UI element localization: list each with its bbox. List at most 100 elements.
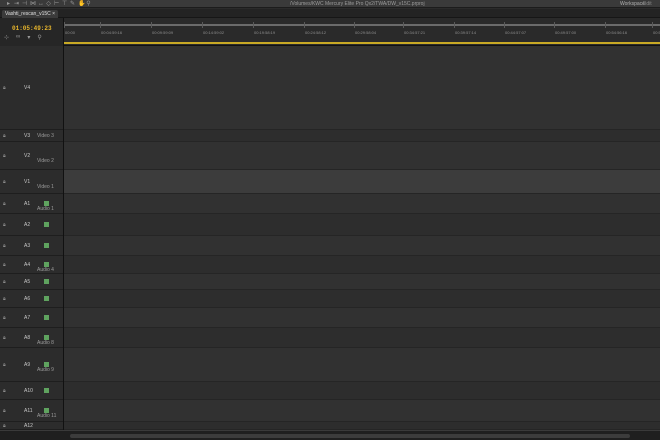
ripple-edit-tool-icon[interactable]: ⊣	[22, 1, 27, 7]
mute-toggle[interactable]	[44, 222, 49, 227]
track-lane-a1[interactable]	[64, 194, 660, 214]
playhead-timecode[interactable]: 01:05:49:23	[12, 25, 52, 32]
track-lane-v2[interactable]	[64, 142, 660, 170]
ruler-tick	[454, 22, 455, 28]
lock-icon[interactable]: 🔒︎	[3, 133, 6, 139]
close-icon[interactable]: ×	[52, 11, 55, 17]
lock-icon[interactable]: 🔒︎	[3, 423, 6, 429]
pen-tool-icon[interactable]: ✎	[70, 1, 75, 7]
track-header-a1[interactable]: 🔒︎ A1 Audio 1	[0, 194, 63, 214]
mute-toggle[interactable]	[44, 279, 49, 284]
track-lane-a4[interactable]	[64, 256, 660, 274]
track-id: A2	[24, 222, 31, 228]
track-header-a5[interactable]: 🔒︎ A5	[0, 274, 63, 290]
track-header-a9[interactable]: 🔒︎ A9 Audio 9	[0, 348, 63, 382]
tools-panel: ▸ ⇥ ⊣ ⋈ ↔ ◇ ⊢ ⊤ ✎ ✋ ⚲	[0, 0, 91, 8]
lock-icon[interactable]: 🔒︎	[3, 243, 6, 249]
track-header-a7[interactable]: 🔒︎ A7	[0, 308, 63, 328]
settings-icon[interactable]: ⚲	[37, 34, 41, 41]
mute-toggle[interactable]	[44, 388, 49, 393]
track-lane-a11[interactable]	[64, 400, 660, 422]
track-header-a10[interactable]: 🔒︎ A10	[0, 382, 63, 400]
snap-icon[interactable]: ⊹	[4, 34, 9, 41]
ruler-tick	[554, 22, 555, 28]
mute-toggle[interactable]	[44, 362, 49, 367]
ruler-label: 00:34:57:21	[404, 30, 426, 35]
track-lane-v3[interactable]	[64, 130, 660, 142]
track-header-a2[interactable]: 🔒︎ A2	[0, 214, 63, 236]
track-id: V4	[24, 85, 31, 91]
zoom-scroll-bar[interactable]	[64, 42, 660, 44]
lock-icon[interactable]: 🔒︎	[3, 85, 6, 91]
lock-icon[interactable]: 🔒︎	[3, 222, 6, 228]
work-area-bar[interactable]	[64, 24, 660, 26]
track-header-a11[interactable]: 🔒︎ A11 Audio 11	[0, 400, 63, 422]
razor-tool-icon[interactable]: ◇	[46, 1, 51, 7]
mute-toggle[interactable]	[44, 201, 49, 206]
selection-tool-icon[interactable]: ▸	[6, 1, 11, 7]
tab-sequence[interactable]: Vashti_rescan_v15C ×	[2, 10, 59, 18]
lock-icon[interactable]: 🔒︎	[3, 179, 6, 185]
mute-toggle[interactable]	[44, 296, 49, 301]
hand-tool-icon[interactable]: ✋	[78, 1, 85, 7]
track-lane-v4[interactable]	[64, 46, 660, 130]
mute-toggle[interactable]	[44, 408, 49, 413]
ruler-tick	[151, 22, 152, 28]
track-id: A5	[24, 279, 31, 285]
track-name: Video 2	[37, 158, 54, 164]
mute-toggle[interactable]	[44, 262, 49, 267]
rolling-edit-tool-icon[interactable]: ⋈	[30, 1, 36, 7]
track-header-a6[interactable]: 🔒︎ A6	[0, 290, 63, 308]
track-select-tool-icon[interactable]: ⇥	[14, 1, 19, 7]
slip-tool-icon[interactable]: ⊢	[54, 1, 59, 7]
zoom-tool-icon[interactable]: ⚲	[86, 1, 91, 7]
track-lane-a12[interactable]	[64, 422, 660, 430]
track-header-a12[interactable]: 🔒︎ A12	[0, 422, 63, 430]
track-header-a8[interactable]: 🔒︎ A8 Audio 8	[0, 328, 63, 348]
track-name: Video 1	[37, 184, 54, 190]
ruler-tick	[403, 22, 404, 28]
mute-toggle[interactable]	[44, 335, 49, 340]
link-icon[interactable]: ∞	[16, 34, 20, 41]
lock-icon[interactable]: 🔒︎	[3, 335, 6, 341]
track-lane-a6[interactable]	[64, 290, 660, 308]
mute-toggle[interactable]	[44, 243, 49, 248]
track-lane-a5[interactable]	[64, 274, 660, 290]
lock-icon[interactable]: 🔒︎	[3, 362, 6, 368]
lock-icon[interactable]: 🔒︎	[3, 408, 6, 414]
lock-icon[interactable]: 🔒︎	[3, 153, 6, 159]
timeline-tracks[interactable]: DanceDanceDanceFrameFrameFrameWitness FS…	[64, 46, 660, 430]
track-lane-a2[interactable]	[64, 214, 660, 236]
lock-icon[interactable]: 🔒︎	[3, 201, 6, 207]
marker-icon[interactable]: ▾	[27, 34, 30, 41]
track-id: A10	[24, 388, 33, 394]
track-header-v1[interactable]: 🔒︎ V1 Video 1	[0, 170, 63, 194]
horizontal-scrollbar[interactable]	[70, 434, 630, 438]
track-header-a4[interactable]: 🔒︎ A4 Audio 4	[0, 256, 63, 274]
lock-icon[interactable]: 🔒︎	[3, 262, 6, 268]
ruler-label: 00:49:57:00	[555, 30, 577, 35]
track-lane-a7[interactable]	[64, 308, 660, 328]
track-lane-a3[interactable]	[64, 236, 660, 256]
sequence-tab-bar: Vashti_rescan_v15C ×	[0, 9, 660, 18]
track-header-v2[interactable]: 🔒︎ V2 Video 2	[0, 142, 63, 170]
lock-icon[interactable]: 🔒︎	[3, 296, 6, 302]
lock-icon[interactable]: 🔒︎	[3, 315, 6, 321]
track-id: A1	[24, 201, 31, 207]
track-header-a3[interactable]: 🔒︎ A3	[0, 236, 63, 256]
track-lane-a9[interactable]	[64, 348, 660, 382]
time-ruler[interactable]: 00:00 00:04:59:16 00:09:59:09 00:14:59:02 00…	[64, 18, 660, 46]
mute-toggle[interactable]	[44, 315, 49, 320]
timeline-scroll-area	[0, 430, 660, 440]
track-lane-a10[interactable]	[64, 382, 660, 400]
lock-icon[interactable]: 🔒︎	[3, 388, 6, 394]
track-name: Audio 4	[37, 267, 54, 273]
slide-tool-icon[interactable]: ⊤	[62, 1, 67, 7]
track-lane-a8[interactable]	[64, 328, 660, 348]
track-lane-v1[interactable]	[64, 170, 660, 194]
track-header-v3[interactable]: 🔒︎ V3 Video 3	[0, 130, 63, 142]
rate-stretch-tool-icon[interactable]: ↔	[38, 1, 44, 7]
track-header-v4[interactable]: 🔒︎ V4	[0, 46, 63, 130]
workspace-dropdown[interactable]: Edit	[643, 1, 652, 7]
lock-icon[interactable]: 🔒︎	[3, 279, 6, 285]
